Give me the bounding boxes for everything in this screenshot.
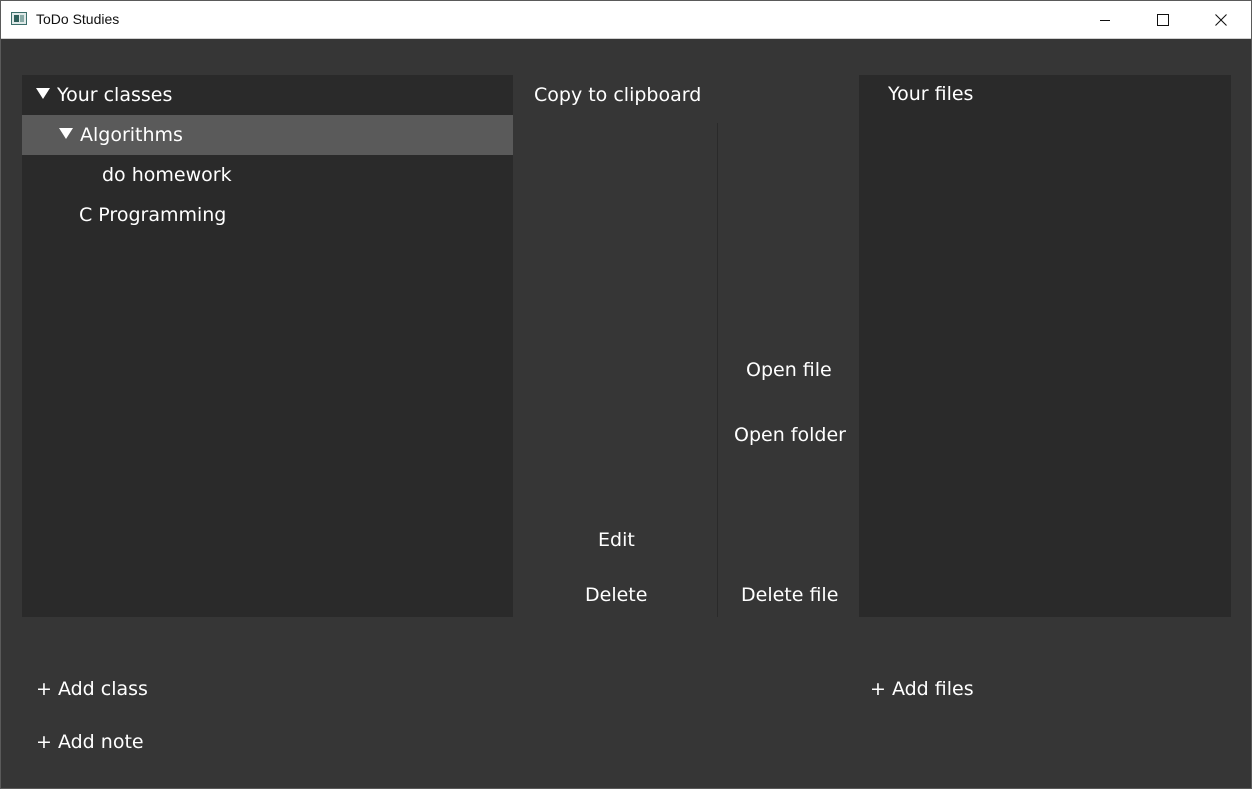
classes-tree[interactable]: Your classes Algorithms do homework C Pr… [22,75,513,617]
tree-item-label: Algorithms [80,124,183,146]
maximize-icon [1157,13,1169,26]
triangle-down-icon[interactable] [59,128,73,139]
files-list[interactable]: Your files [859,75,1231,617]
close-button[interactable] [1192,1,1250,38]
app-window: ToDo Studies Your classes Algorithms do [0,0,1252,789]
tree-item-do-homework[interactable]: do homework [22,155,513,195]
title-bar[interactable]: ToDo Studies [1,1,1251,39]
delete-file-button[interactable]: Delete file [741,584,838,606]
tree-root-your-classes[interactable]: Your classes [22,75,513,115]
files-header: Your files [888,83,974,105]
tree-item-algorithms[interactable]: Algorithms [22,115,513,155]
edit-button[interactable]: Edit [598,529,635,551]
open-file-button[interactable]: Open file [746,359,832,381]
tree-item-label: do homework [102,164,232,186]
tree-item-c-programming[interactable]: C Programming [22,195,513,235]
add-class-button[interactable]: + Add class [36,678,148,700]
add-files-button[interactable]: + Add files [870,678,974,700]
triangle-down-icon[interactable] [36,88,50,99]
minimize-button[interactable] [1076,1,1134,38]
open-folder-button[interactable]: Open folder [734,424,846,446]
add-note-button[interactable]: + Add note [36,731,144,753]
app-icon [11,12,27,25]
delete-button[interactable]: Delete [585,584,647,606]
tree-item-label: C Programming [79,204,227,226]
copy-to-clipboard-button[interactable]: Copy to clipboard [534,84,701,106]
minimize-icon [1100,19,1110,21]
maximize-button[interactable] [1134,1,1192,38]
tree-root-label: Your classes [57,84,173,106]
close-icon [1215,13,1227,26]
divider [717,123,718,617]
window-title: ToDo Studies [36,11,120,27]
